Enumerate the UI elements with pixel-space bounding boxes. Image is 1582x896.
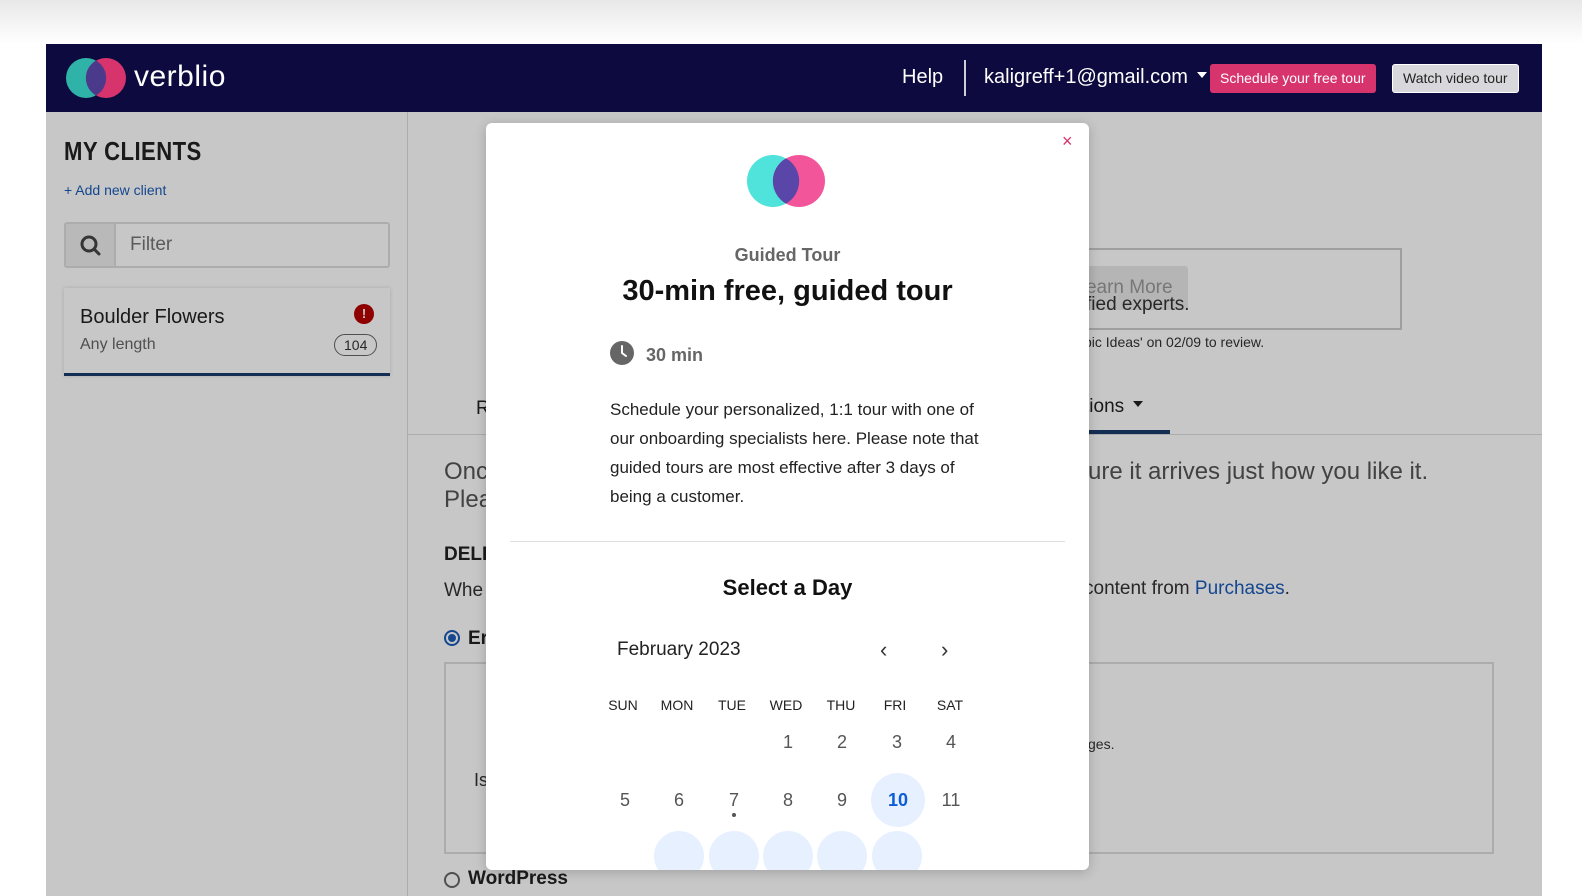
calendar-day: 11 xyxy=(941,790,961,810)
weekday-label: TUE xyxy=(718,697,746,713)
watch-video-button[interactable]: Watch video tour xyxy=(1392,64,1519,93)
duration-label: 30 min xyxy=(646,345,704,365)
weekday-label: SUN xyxy=(608,697,638,713)
modal-divider xyxy=(510,541,1065,542)
calendar-day-selected[interactable]: 10 xyxy=(871,773,925,827)
user-menu[interactable]: kaligreff+1@gmail.com xyxy=(984,66,1207,89)
modal-description: Schedule your personalized, 1:1 tour wit… xyxy=(610,400,979,506)
brand-name[interactable]: verblio xyxy=(134,60,226,94)
chevron-right-icon[interactable]: › xyxy=(941,637,948,663)
schedule-tour-button[interactable]: Schedule your free tour xyxy=(1210,64,1376,93)
calendar-day-today: 7 xyxy=(707,773,761,827)
calendar-day: 4 xyxy=(945,732,956,752)
modal-title: 30-min free, guided tour xyxy=(622,275,953,307)
day-number: 7 xyxy=(728,790,739,810)
clock-icon xyxy=(610,341,634,365)
verblio-logo-icon[interactable] xyxy=(64,56,128,100)
weekday-label: SAT xyxy=(936,697,964,713)
calendar-day: 6 xyxy=(673,790,684,810)
user-email: kaligreff+1@gmail.com xyxy=(984,66,1188,88)
modal-eyebrow: Guided Tour xyxy=(734,245,841,265)
calendar-day: 2 xyxy=(836,732,847,752)
weekday-label: FRI xyxy=(883,697,907,713)
browser-top-fade xyxy=(0,0,1582,44)
today-dot-icon xyxy=(732,813,736,817)
help-link[interactable]: Help xyxy=(902,66,943,89)
guided-tour-modal: × Guided Tour 30-min free, guided tour 3… xyxy=(486,123,1089,870)
calendar-day: 1 xyxy=(782,732,793,752)
calendar-day: 8 xyxy=(782,790,793,810)
calendar-month: February 2023 xyxy=(617,639,741,660)
navbar: verblio Help kaligreff+1@gmail.com Sched… xyxy=(46,44,1542,112)
chevron-down-icon xyxy=(1196,71,1207,78)
verblio-logo-icon xyxy=(747,155,825,207)
calendar-day: 9 xyxy=(836,790,847,810)
weekday-label: MON xyxy=(660,697,694,713)
calendar-day: 5 xyxy=(619,790,630,810)
chevron-left-icon[interactable]: ‹ xyxy=(880,637,887,663)
weekday-label: THU xyxy=(826,697,856,713)
select-day-heading: Select a Day xyxy=(722,575,853,600)
close-icon[interactable]: × xyxy=(1062,131,1073,152)
calendar-day: 3 xyxy=(891,732,902,752)
weekday-label: WED xyxy=(769,697,803,713)
nav-divider xyxy=(964,60,966,96)
